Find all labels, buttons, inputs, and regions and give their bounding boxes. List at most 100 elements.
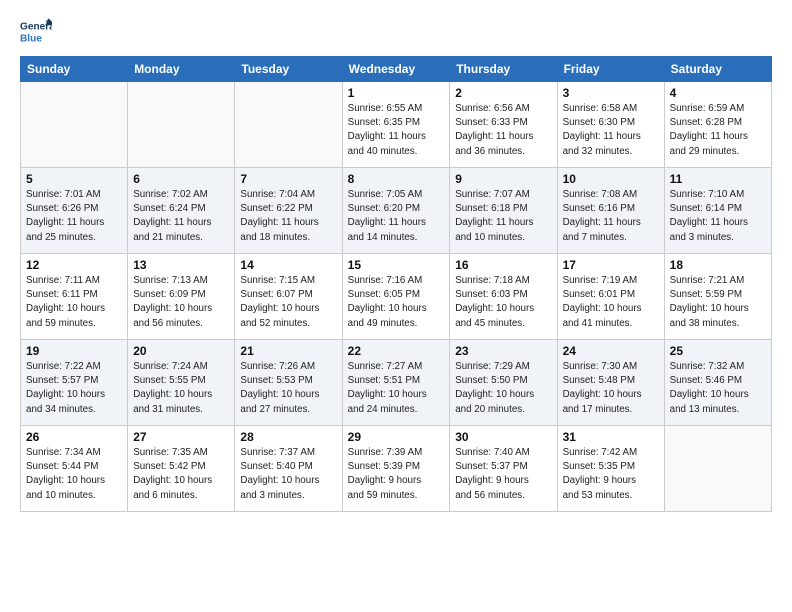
- header: General Blue: [20, 18, 772, 46]
- day-number: 8: [348, 172, 445, 186]
- day-number: 17: [563, 258, 659, 272]
- page: General Blue SundayMondayTuesdayWednesda…: [0, 0, 792, 612]
- weekday-header-saturday: Saturday: [664, 57, 771, 82]
- day-info: Sunrise: 6:56 AM Sunset: 6:33 PM Dayligh…: [455, 102, 551, 159]
- day-info: Sunrise: 7:29 AM Sunset: 5:50 PM Dayligh…: [455, 360, 551, 417]
- day-info: Sunrise: 7:32 AM Sunset: 5:46 PM Dayligh…: [670, 360, 766, 417]
- day-info: Sunrise: 6:55 AM Sunset: 6:35 PM Dayligh…: [348, 102, 445, 159]
- weekday-header-monday: Monday: [128, 57, 235, 82]
- calendar-cell: 12 Sunrise: 7:11 AM Sunset: 6:11 PM Dayli…: [21, 254, 128, 340]
- day-info: Sunrise: 7:07 AM Sunset: 6:18 PM Dayligh…: [455, 188, 551, 245]
- calendar-cell: 22Sunrise: 7:27 AM Sunset: 5:51 PM Dayli…: [342, 340, 450, 426]
- calendar-cell: 23Sunrise: 7:29 AM Sunset: 5:50 PM Dayli…: [450, 340, 557, 426]
- calendar-cell: [235, 82, 342, 168]
- day-info: Sunrise: 7:26 AM Sunset: 5:53 PM Dayligh…: [240, 360, 336, 417]
- calendar-cell: 8 Sunrise: 7:05 AM Sunset: 6:20 PM Daylig…: [342, 168, 450, 254]
- calendar-cell: 29Sunrise: 7:39 AM Sunset: 5:39 PM Dayli…: [342, 426, 450, 512]
- day-info: Sunrise: 7:16 AM Sunset: 6:05 PM Dayligh…: [348, 274, 445, 331]
- day-info: Sunrise: 7:01 AM Sunset: 6:26 PM Dayligh…: [26, 188, 122, 245]
- day-number: 24: [563, 344, 659, 358]
- calendar-cell: 19Sunrise: 7:22 AM Sunset: 5:57 PM Dayli…: [21, 340, 128, 426]
- day-number: 19: [26, 344, 122, 358]
- day-number: 1: [348, 86, 445, 100]
- day-number: 14: [240, 258, 336, 272]
- day-number: 11: [670, 172, 766, 186]
- day-info: Sunrise: 7:24 AM Sunset: 5:55 PM Dayligh…: [133, 360, 229, 417]
- day-number: 13: [133, 258, 229, 272]
- calendar-cell: 26 Sunrise: 7:34 AM Sunset: 5:44 PM Dayli…: [21, 426, 128, 512]
- calendar-cell: 27 Sunrise: 7:35 AM Sunset: 5:42 PM Dayli…: [128, 426, 235, 512]
- calendar: SundayMondayTuesdayWednesdayThursdayFrid…: [20, 56, 772, 512]
- calendar-cell: 5 Sunrise: 7:01 AM Sunset: 6:26 PM Daylig…: [21, 168, 128, 254]
- day-number: 26: [26, 430, 122, 444]
- day-info: Sunrise: 7:30 AM Sunset: 5:48 PM Dayligh…: [563, 360, 659, 417]
- calendar-cell: 3 Sunrise: 6:58 AM Sunset: 6:30 PM Daylig…: [557, 82, 664, 168]
- weekday-header-friday: Friday: [557, 57, 664, 82]
- week-row-1: 1 Sunrise: 6:55 AM Sunset: 6:35 PM Daylig…: [21, 82, 772, 168]
- day-info: Sunrise: 7:11 AM Sunset: 6:11 PM Dayligh…: [26, 274, 122, 331]
- calendar-cell: 24 Sunrise: 7:30 AM Sunset: 5:48 PM Dayli…: [557, 340, 664, 426]
- day-number: 21: [240, 344, 336, 358]
- calendar-cell: 14 Sunrise: 7:15 AM Sunset: 6:07 PM Dayli…: [235, 254, 342, 340]
- weekday-header-wednesday: Wednesday: [342, 57, 450, 82]
- day-number: 3: [563, 86, 659, 100]
- weekday-header-row: SundayMondayTuesdayWednesdayThursdayFrid…: [21, 57, 772, 82]
- calendar-cell: 17Sunrise: 7:19 AM Sunset: 6:01 PM Dayli…: [557, 254, 664, 340]
- day-number: 20: [133, 344, 229, 358]
- day-number: 10: [563, 172, 659, 186]
- weekday-header-sunday: Sunday: [21, 57, 128, 82]
- day-info: Sunrise: 7:34 AM Sunset: 5:44 PM Dayligh…: [26, 446, 122, 503]
- calendar-cell: 21 Sunrise: 7:26 AM Sunset: 5:53 PM Dayli…: [235, 340, 342, 426]
- day-info: Sunrise: 7:39 AM Sunset: 5:39 PM Dayligh…: [348, 446, 445, 503]
- week-row-3: 12 Sunrise: 7:11 AM Sunset: 6:11 PM Dayli…: [21, 254, 772, 340]
- day-info: Sunrise: 7:37 AM Sunset: 5:40 PM Dayligh…: [240, 446, 336, 503]
- calendar-cell: 4Sunrise: 6:59 AM Sunset: 6:28 PM Daylig…: [664, 82, 771, 168]
- day-number: 27: [133, 430, 229, 444]
- day-info: Sunrise: 7:42 AM Sunset: 5:35 PM Dayligh…: [563, 446, 659, 503]
- week-row-4: 19Sunrise: 7:22 AM Sunset: 5:57 PM Dayli…: [21, 340, 772, 426]
- day-number: 15: [348, 258, 445, 272]
- day-number: 5: [26, 172, 122, 186]
- calendar-cell: 31Sunrise: 7:42 AM Sunset: 5:35 PM Dayli…: [557, 426, 664, 512]
- calendar-cell: [128, 82, 235, 168]
- calendar-cell: 11 Sunrise: 7:10 AM Sunset: 6:14 PM Dayli…: [664, 168, 771, 254]
- day-info: Sunrise: 7:10 AM Sunset: 6:14 PM Dayligh…: [670, 188, 766, 245]
- day-number: 25: [670, 344, 766, 358]
- day-info: Sunrise: 7:21 AM Sunset: 5:59 PM Dayligh…: [670, 274, 766, 331]
- day-number: 28: [240, 430, 336, 444]
- day-info: Sunrise: 7:15 AM Sunset: 6:07 PM Dayligh…: [240, 274, 336, 331]
- day-info: Sunrise: 7:04 AM Sunset: 6:22 PM Dayligh…: [240, 188, 336, 245]
- calendar-cell: 18 Sunrise: 7:21 AM Sunset: 5:59 PM Dayli…: [664, 254, 771, 340]
- day-info: Sunrise: 7:40 AM Sunset: 5:37 PM Dayligh…: [455, 446, 551, 503]
- day-info: Sunrise: 7:18 AM Sunset: 6:03 PM Dayligh…: [455, 274, 551, 331]
- svg-text:Blue: Blue: [20, 33, 42, 44]
- day-number: 16: [455, 258, 551, 272]
- calendar-cell: [21, 82, 128, 168]
- logo-icon: General Blue: [20, 18, 52, 46]
- calendar-cell: 9 Sunrise: 7:07 AM Sunset: 6:18 PM Daylig…: [450, 168, 557, 254]
- day-number: 9: [455, 172, 551, 186]
- calendar-cell: 30Sunrise: 7:40 AM Sunset: 5:37 PM Dayli…: [450, 426, 557, 512]
- day-number: 4: [670, 86, 766, 100]
- day-info: Sunrise: 7:05 AM Sunset: 6:20 PM Dayligh…: [348, 188, 445, 245]
- calendar-cell: 6 Sunrise: 7:02 AM Sunset: 6:24 PM Daylig…: [128, 168, 235, 254]
- calendar-cell: 10 Sunrise: 7:08 AM Sunset: 6:16 PM Dayli…: [557, 168, 664, 254]
- day-info: Sunrise: 7:08 AM Sunset: 6:16 PM Dayligh…: [563, 188, 659, 245]
- day-number: 2: [455, 86, 551, 100]
- day-number: 18: [670, 258, 766, 272]
- day-info: Sunrise: 7:02 AM Sunset: 6:24 PM Dayligh…: [133, 188, 229, 245]
- day-info: Sunrise: 7:13 AM Sunset: 6:09 PM Dayligh…: [133, 274, 229, 331]
- day-info: Sunrise: 7:35 AM Sunset: 5:42 PM Dayligh…: [133, 446, 229, 503]
- day-number: 6: [133, 172, 229, 186]
- calendar-cell: 1 Sunrise: 6:55 AM Sunset: 6:35 PM Daylig…: [342, 82, 450, 168]
- day-info: Sunrise: 7:27 AM Sunset: 5:51 PM Dayligh…: [348, 360, 445, 417]
- calendar-cell: 16 Sunrise: 7:18 AM Sunset: 6:03 PM Dayli…: [450, 254, 557, 340]
- calendar-cell: 28 Sunrise: 7:37 AM Sunset: 5:40 PM Dayli…: [235, 426, 342, 512]
- logo: General Blue: [20, 18, 52, 46]
- weekday-header-thursday: Thursday: [450, 57, 557, 82]
- day-number: 12: [26, 258, 122, 272]
- day-number: 7: [240, 172, 336, 186]
- day-info: Sunrise: 6:58 AM Sunset: 6:30 PM Dayligh…: [563, 102, 659, 159]
- weekday-header-tuesday: Tuesday: [235, 57, 342, 82]
- calendar-cell: 2 Sunrise: 6:56 AM Sunset: 6:33 PM Daylig…: [450, 82, 557, 168]
